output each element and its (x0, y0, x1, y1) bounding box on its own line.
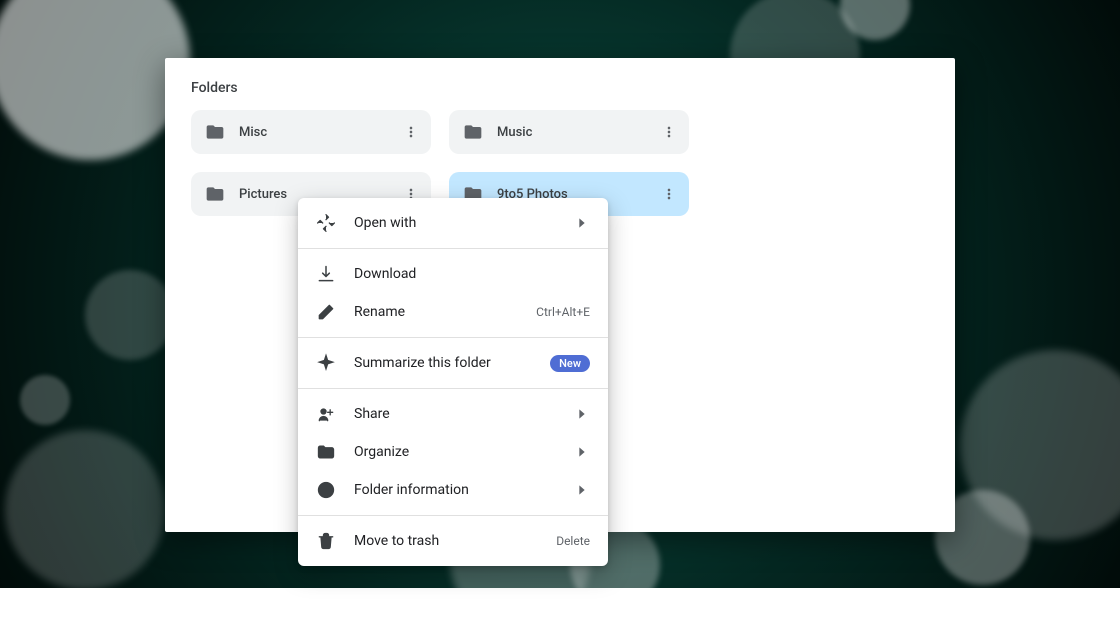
bokeh-circle (20, 375, 70, 425)
keyboard-shortcut: Delete (556, 534, 590, 548)
share-icon (316, 404, 336, 424)
chevron-right-icon (574, 444, 590, 460)
info-icon (316, 480, 336, 500)
trash-icon (316, 531, 336, 551)
menu-separator (298, 388, 608, 389)
more-options-button[interactable] (655, 180, 683, 208)
menu-label: Folder information (354, 482, 574, 498)
menu-label: Summarize this folder (354, 355, 550, 371)
rename-icon (316, 302, 336, 322)
menu-rename[interactable]: Rename Ctrl+Alt+E (298, 293, 608, 331)
bokeh-circle (0, 0, 190, 160)
more-options-button[interactable] (397, 118, 425, 146)
folder-icon (205, 122, 225, 142)
bokeh-circle (85, 270, 175, 360)
chevron-right-icon (574, 406, 590, 422)
more-options-button[interactable] (655, 118, 683, 146)
menu-download[interactable]: Download (298, 255, 608, 293)
menu-move-to-trash[interactable]: Move to trash Delete (298, 522, 608, 560)
menu-separator (298, 515, 608, 516)
menu-label: Download (354, 266, 590, 282)
menu-summarize-folder[interactable]: Summarize this folder New (298, 344, 608, 382)
bokeh-circle (5, 430, 165, 590)
chevron-right-icon (574, 215, 590, 231)
more-vert-icon (661, 124, 677, 140)
menu-share[interactable]: Share (298, 395, 608, 433)
chevron-right-icon (574, 482, 590, 498)
keyboard-shortcut: Ctrl+Alt+E (536, 305, 590, 319)
context-menu: Open with Download Rename Ctrl+Alt+E Sum… (298, 198, 608, 566)
menu-open-with[interactable]: Open with (298, 204, 608, 242)
folder-icon (205, 184, 225, 204)
folder-name: Music (497, 125, 655, 140)
menu-separator (298, 337, 608, 338)
folder-name: Misc (239, 125, 397, 140)
new-badge: New (550, 355, 590, 372)
organize-icon (316, 442, 336, 462)
more-vert-icon (403, 124, 419, 140)
folder-card-misc[interactable]: Misc (191, 110, 431, 154)
menu-label: Move to trash (354, 533, 556, 549)
folder-card-music[interactable]: Music (449, 110, 689, 154)
menu-label: Rename (354, 304, 536, 320)
folder-icon (463, 122, 483, 142)
menu-label: Open with (354, 215, 574, 231)
open-with-icon (316, 213, 336, 233)
menu-separator (298, 248, 608, 249)
sparkle-icon (316, 353, 336, 373)
menu-label: Share (354, 406, 574, 422)
menu-organize[interactable]: Organize (298, 433, 608, 471)
menu-folder-information[interactable]: Folder information (298, 471, 608, 509)
section-title: Folders (191, 80, 929, 96)
menu-label: Organize (354, 444, 574, 460)
download-icon (316, 264, 336, 284)
more-vert-icon (661, 186, 677, 202)
